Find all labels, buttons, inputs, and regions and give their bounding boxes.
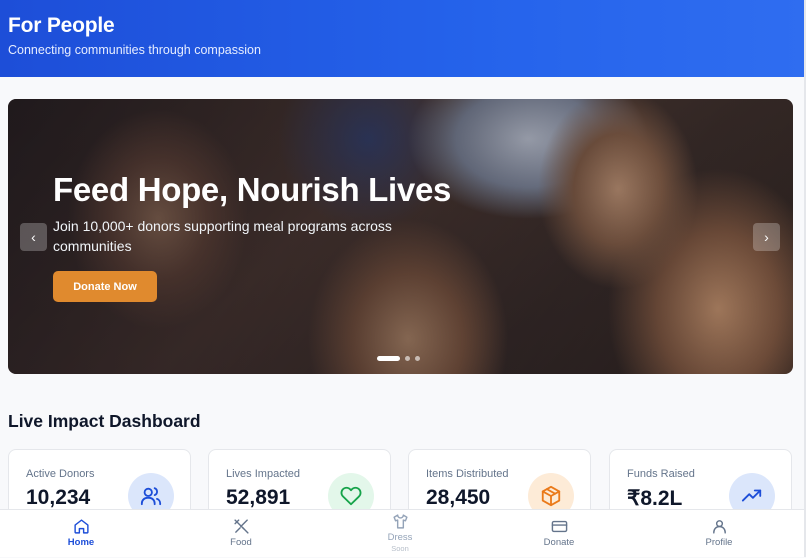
stat-label: Active Donors (26, 468, 95, 480)
bottom-navigation: Home Food Dress Soon Donate Profile (0, 509, 804, 557)
nav-item-home[interactable]: Home (1, 510, 161, 558)
users-icon (140, 487, 162, 506)
hero-carousel: Feed Hope, Nourish Lives Join 10,000+ do… (8, 99, 793, 374)
nav-item-donate[interactable]: Donate (479, 510, 639, 558)
stat-value: ₹8.2L (627, 487, 683, 510)
package-icon (541, 485, 561, 507)
stat-label: Lives Impacted (226, 468, 300, 480)
shirt-icon (391, 512, 409, 530)
carousel-dot-2[interactable] (405, 356, 410, 361)
stat-value: 10,234 (26, 486, 91, 509)
nav-label-dress: Dress (387, 532, 413, 543)
app-header: For People Connecting communities throug… (0, 0, 804, 77)
stat-value: 52,891 (226, 486, 291, 509)
utensils-icon (232, 517, 250, 535)
nav-item-dress: Dress Soon (320, 510, 480, 558)
chevron-right-icon: › (764, 229, 769, 245)
chevron-left-icon: ‹ (31, 229, 36, 245)
heart-icon (340, 486, 362, 506)
carousel-next-button[interactable]: › (753, 223, 780, 251)
stat-label: Items Distributed (426, 468, 509, 480)
carousel-dot-1[interactable] (377, 356, 400, 361)
hero-title: Feed Hope, Nourish Lives (53, 171, 452, 208)
nav-label-donate: Donate (543, 537, 575, 548)
hero-subtitle: Join 10,000+ donors supporting meal prog… (53, 218, 392, 254)
carousel-prev-button[interactable]: ‹ (20, 223, 47, 251)
carousel-indicators (377, 356, 420, 361)
app-subtitle: Connecting communities through compassio… (8, 43, 261, 57)
credit-card-icon (550, 517, 568, 535)
trending-up-icon (741, 489, 762, 502)
nav-item-profile[interactable]: Profile (639, 510, 799, 558)
dashboard-title: Live Impact Dashboard (8, 411, 201, 431)
coming-soon-badge: Soon (391, 544, 409, 553)
donate-now-button[interactable]: Donate Now (53, 271, 157, 302)
nav-item-food[interactable]: Food (161, 510, 321, 558)
nav-label-profile: Profile (705, 537, 733, 548)
nav-label-food: Food (230, 537, 252, 548)
app-title: For People (8, 14, 115, 37)
stat-label: Funds Raised (627, 468, 695, 480)
nav-label-home: Home (67, 537, 95, 548)
carousel-dot-3[interactable] (415, 356, 420, 361)
user-icon (710, 517, 728, 535)
home-icon (72, 517, 90, 535)
stat-value: 28,450 (426, 486, 491, 509)
